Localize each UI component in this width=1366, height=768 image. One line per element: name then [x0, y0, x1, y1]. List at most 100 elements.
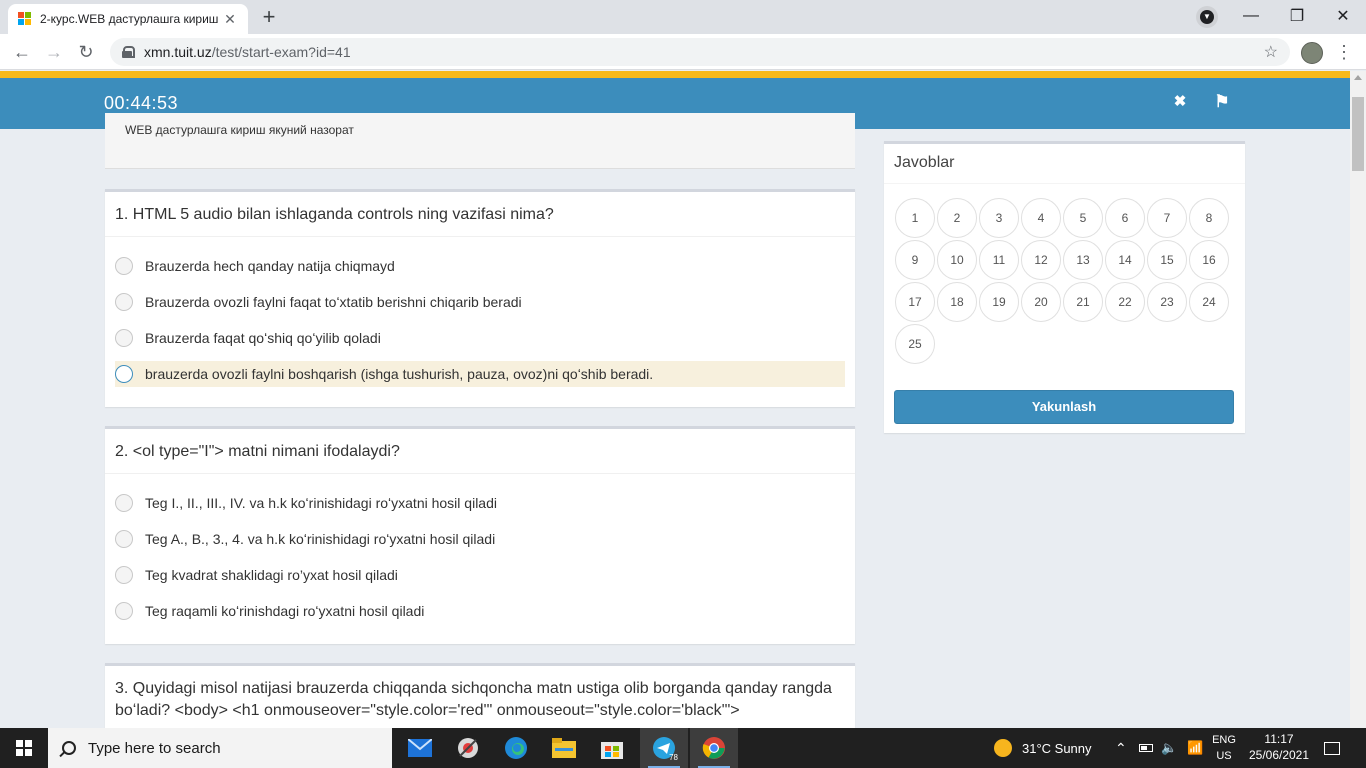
question-text: 1. HTML 5 audio bilan ishlaganda control… — [105, 192, 855, 237]
answer-option[interactable]: Teg A., B., 3., 4. va h.k koʻrinishidagi… — [115, 526, 845, 552]
reload-button[interactable]: ↻ — [74, 40, 98, 64]
question-number-button[interactable]: 7 — [1147, 198, 1187, 238]
answer-option[interactable]: Brauzerda ovozli faylni faqat toʻxtatib … — [115, 289, 845, 315]
weather-widget[interactable]: 31°C Sunny — [994, 728, 1092, 768]
tray-chevron-icon[interactable]: ⌃ — [1115, 728, 1127, 768]
lang-secondary: US — [1216, 750, 1232, 762]
minimize-button[interactable]: — — [1228, 0, 1274, 32]
question-number-button[interactable]: 4 — [1021, 198, 1061, 238]
question-number-button[interactable]: 10 — [937, 240, 977, 280]
answer-option-selected[interactable]: brauzerda ovozli faylni boshqarish (ishg… — [115, 361, 845, 387]
option-label: Brauzerda hech qanday natija chiqmayd — [145, 258, 395, 274]
snip-tool-icon[interactable] — [444, 728, 492, 768]
option-label: brauzerda ovozli faylni boshqarish (ishg… — [145, 366, 654, 382]
input-language[interactable]: ENG US — [1208, 732, 1240, 764]
mail-app-icon[interactable] — [396, 728, 444, 768]
url-path: /test/start-exam?id=41 — [211, 44, 351, 60]
question-number-button[interactable]: 9 — [895, 240, 935, 280]
finish-button[interactable]: Yakunlash — [894, 390, 1234, 424]
option-label: Brauzerda faqat qoʻshiq qoʻyilib qoladi — [145, 330, 381, 346]
answer-option[interactable]: Brauzerda faqat qoʻshiq qoʻyilib qoladi — [115, 325, 845, 351]
question-number-button[interactable]: 23 — [1147, 282, 1187, 322]
tab-title: 2-курс.WEB дастурлашга кириш — [40, 12, 219, 26]
question-number-button[interactable]: 22 — [1105, 282, 1145, 322]
page-scrollbar[interactable] — [1350, 71, 1366, 728]
radio-button[interactable] — [115, 566, 133, 584]
radio-button[interactable] — [115, 602, 133, 620]
scroll-up-icon[interactable] — [1354, 75, 1362, 80]
question-card: 1. HTML 5 audio bilan ishlaganda control… — [105, 189, 855, 407]
new-tab-button[interactable]: + — [256, 6, 282, 30]
browser-menu-button[interactable]: ⋮ — [1334, 40, 1354, 64]
answers-panel-title: Javoblar — [884, 144, 1245, 184]
option-label: Teg I., II., III., IV. va h.k koʻrinishi… — [145, 495, 497, 511]
tab-search-button[interactable]: ▼ — [1196, 6, 1218, 28]
answer-option[interactable]: Teg raqamli koʻrinishdagi roʻyxatni hosi… — [115, 598, 845, 624]
radio-button[interactable] — [115, 365, 133, 383]
forward-button[interactable]: → — [42, 40, 66, 64]
weather-text: 31°C Sunny — [1022, 740, 1092, 756]
question-number-button[interactable]: 12 — [1021, 240, 1061, 280]
question-number-button[interactable]: 24 — [1189, 282, 1229, 322]
answers-panel: Javoblar 1 2 3 4 5 6 7 8 9 10 11 12 13 14 15 16 17 18 19 20… — [884, 141, 1245, 433]
windows-logo-icon — [16, 740, 32, 756]
network-icon[interactable]: 📶 — [1187, 728, 1203, 768]
edge-browser-icon[interactable] — [492, 728, 540, 768]
radio-button[interactable] — [115, 329, 133, 347]
close-exam-icon[interactable]: ✖ — [1170, 92, 1190, 112]
question-number-button[interactable]: 15 — [1147, 240, 1187, 280]
battery-icon[interactable] — [1139, 728, 1153, 768]
flag-icon[interactable]: ⚑ — [1212, 92, 1232, 112]
file-explorer-icon[interactable] — [540, 728, 588, 768]
radio-button[interactable] — [115, 257, 133, 275]
telegram-app-icon[interactable]: 78 — [640, 728, 688, 768]
store-app-icon[interactable] — [588, 728, 636, 768]
course-title: WEB дастурлашга кириш якуний назорат — [125, 123, 354, 137]
question-number-button[interactable]: 16 — [1189, 240, 1229, 280]
scrollbar-thumb[interactable] — [1352, 97, 1364, 171]
tab-strip: 2-курс.WEB дастурлашга кириш ✕ + ▼ — ❐ ✕ — [0, 0, 1366, 34]
question-number-button[interactable]: 19 — [979, 282, 1019, 322]
telegram-badge: 78 — [669, 753, 678, 762]
radio-button[interactable] — [115, 530, 133, 548]
close-window-button[interactable]: ✕ — [1320, 0, 1366, 32]
answer-option[interactable]: Teg I., II., III., IV. va h.k koʻrinishi… — [115, 490, 845, 516]
address-bar[interactable]: xmn.tuit.uz /test/start-exam?id=41 ☆ — [110, 38, 1290, 66]
taskbar-search-box[interactable]: Type here to search — [48, 728, 392, 768]
question-number-button[interactable]: 8 — [1189, 198, 1229, 238]
start-button[interactable] — [0, 728, 48, 768]
chrome-browser-icon[interactable] — [690, 728, 738, 768]
question-number-button[interactable]: 5 — [1063, 198, 1103, 238]
option-label: Brauzerda ovozli faylni faqat toʻxtatib … — [145, 294, 522, 310]
radio-button[interactable] — [115, 494, 133, 512]
profile-avatar[interactable] — [1301, 42, 1323, 64]
clock-date: 25/06/2021 — [1248, 748, 1310, 762]
question-number-button[interactable]: 11 — [979, 240, 1019, 280]
bookmark-star-icon[interactable]: ☆ — [1264, 42, 1278, 62]
tab-close-icon[interactable]: ✕ — [222, 11, 238, 28]
exam-timer: 00:44:53 — [104, 93, 179, 113]
question-number-button[interactable]: 14 — [1105, 240, 1145, 280]
question-number-button[interactable]: 20 — [1021, 282, 1061, 322]
question-number-button[interactable]: 18 — [937, 282, 977, 322]
question-number-button[interactable]: 1 — [895, 198, 935, 238]
back-button[interactable]: ← — [10, 40, 34, 64]
browser-tab[interactable]: 2-курс.WEB дастурлашга кириш ✕ — [8, 4, 248, 34]
lang-primary: ENG — [1212, 734, 1236, 746]
question-number-button[interactable]: 17 — [895, 282, 935, 322]
notifications-icon[interactable] — [1324, 728, 1340, 768]
question-number-button[interactable]: 6 — [1105, 198, 1145, 238]
question-number-button[interactable]: 13 — [1063, 240, 1103, 280]
restore-button[interactable]: ❐ — [1274, 0, 1320, 32]
browser-toolbar: ← → ↻ xmn.tuit.uz /test/start-exam?id=41… — [0, 34, 1366, 70]
taskbar-clock[interactable]: 11:17 25/06/2021 — [1244, 731, 1314, 763]
question-number-button[interactable]: 25 — [895, 324, 935, 364]
answer-option[interactable]: Brauzerda hech qanday natija chiqmayd — [115, 253, 845, 279]
question-card: 2. <ol type="I"> matni nimani ifodalaydi… — [105, 426, 855, 644]
question-number-button[interactable]: 3 — [979, 198, 1019, 238]
question-number-button[interactable]: 21 — [1063, 282, 1103, 322]
question-number-button[interactable]: 2 — [937, 198, 977, 238]
radio-button[interactable] — [115, 293, 133, 311]
answer-option[interactable]: Teg kvadrat shaklidagi ro’yxat hosil qil… — [115, 562, 845, 588]
volume-icon[interactable]: 🔈 — [1161, 728, 1177, 768]
